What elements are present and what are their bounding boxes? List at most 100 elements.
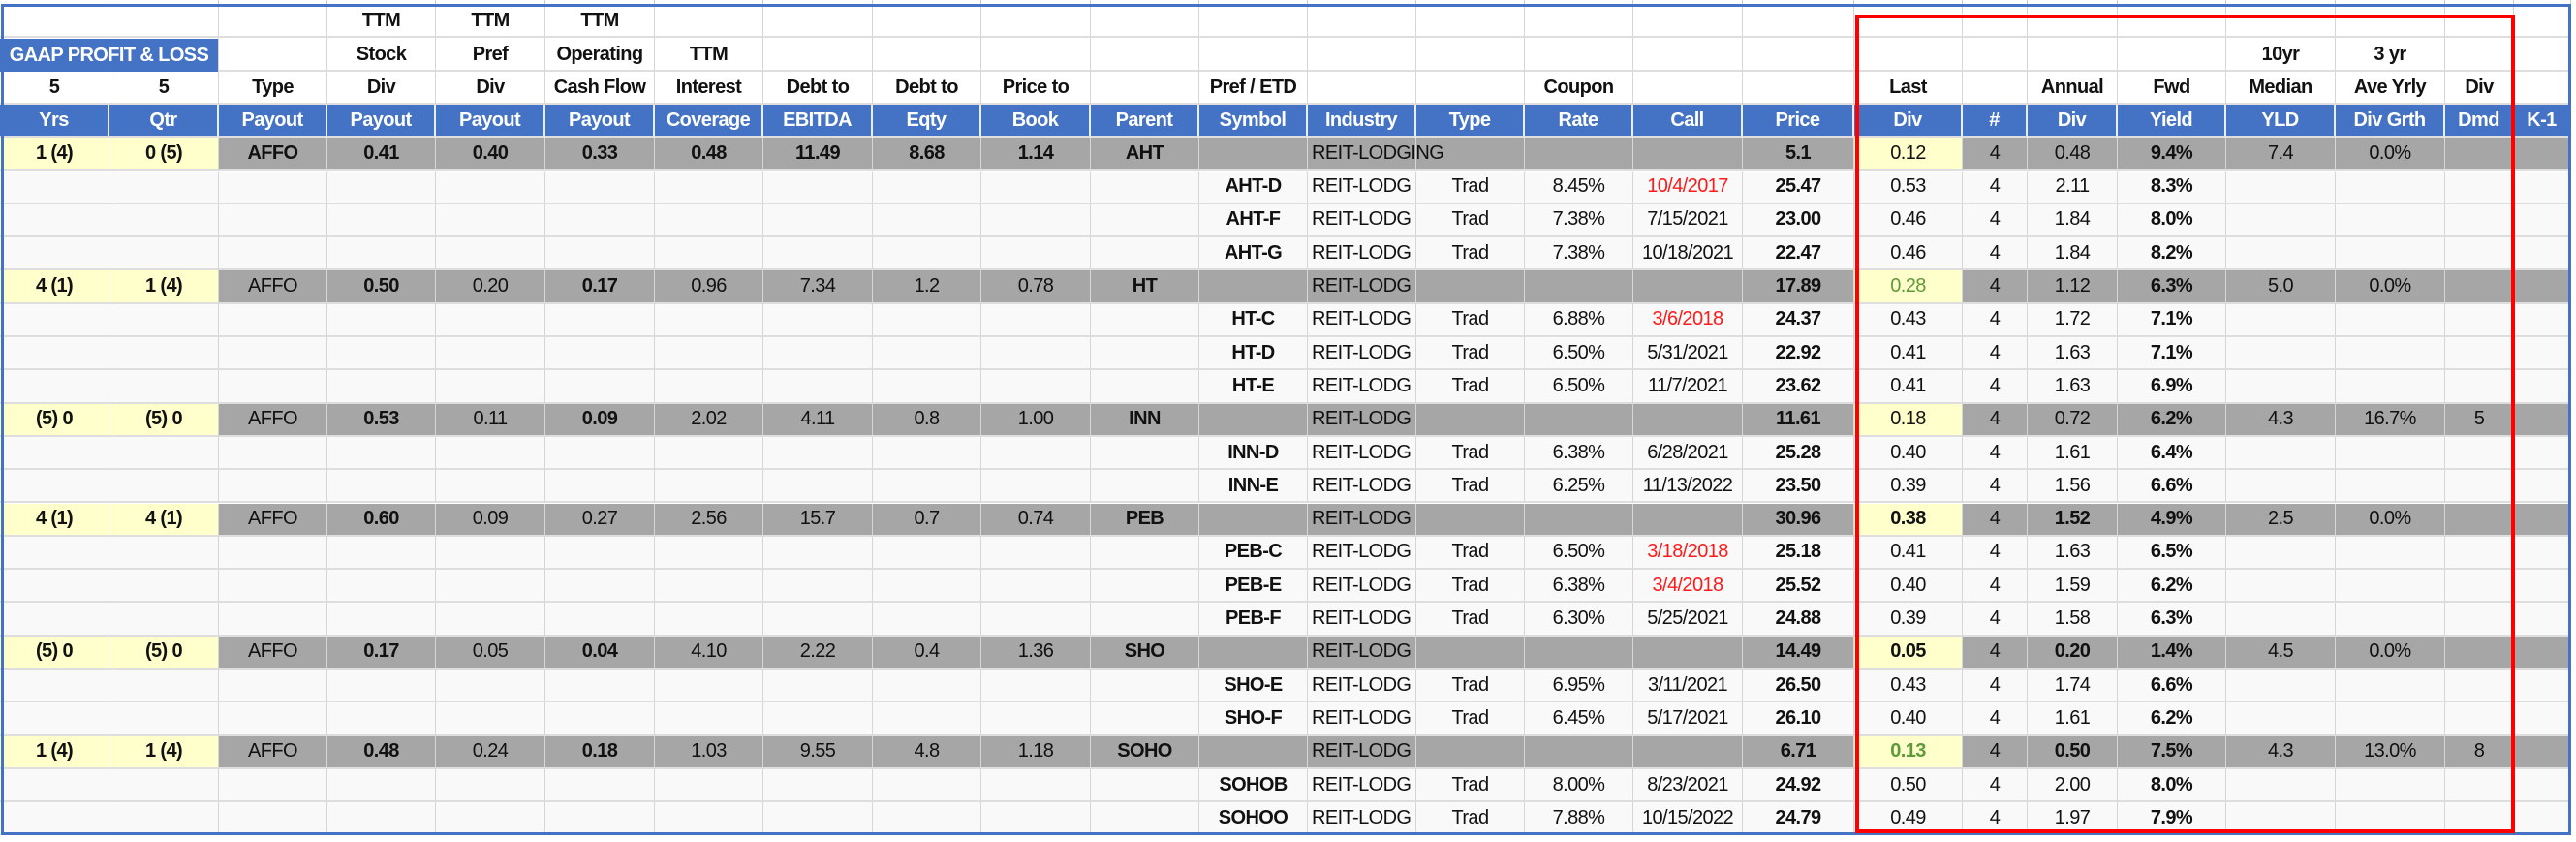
pref-cell-median-yield[interactable]: [2226, 470, 2336, 504]
header-debt-to-ebitda[interactable]: [763, 38, 873, 72]
parent-cell-div-demand[interactable]: [2445, 636, 2514, 670]
header-price[interactable]: [1743, 5, 1854, 39]
pref-cell-symbol[interactable]: PEB-F: [1199, 603, 1308, 637]
pref-cell-interest-coverage[interactable]: [655, 171, 763, 204]
pref-cell-div-growth[interactable]: [2336, 203, 2445, 238]
pref-cell-stock-div-payout[interactable]: [327, 570, 436, 604]
pref-cell-qtr[interactable]: [109, 536, 219, 571]
header-price[interactable]: [1743, 38, 1854, 72]
pref-cell-annual-div[interactable]: 1.72: [2028, 303, 2118, 337]
header-industry[interactable]: [1308, 38, 1416, 72]
pref-cell-interest-coverage[interactable]: [655, 436, 763, 471]
parent-cell-div-growth[interactable]: 0.0%: [2336, 503, 2445, 537]
parent-cell-price-to-book[interactable]: 0.74: [981, 503, 1091, 537]
pref-cell-op-cash-flow-payout[interactable]: [545, 570, 655, 604]
pref-cell-yrs[interactable]: [0, 768, 109, 803]
pref-cell-type-payout[interactable]: [219, 303, 327, 337]
parent-cell-fwd-yield[interactable]: 7.5%: [2118, 735, 2226, 769]
pref-cell-interest-coverage[interactable]: [655, 337, 763, 371]
pref-cell-pref-type[interactable]: Trad: [1416, 436, 1525, 471]
pref-cell-interest-coverage[interactable]: [655, 670, 763, 703]
pref-cell-symbol[interactable]: INN-D: [1199, 436, 1308, 471]
parent-cell-interest-coverage[interactable]: 0.48: [655, 138, 763, 172]
pref-cell-op-cash-flow-payout[interactable]: [545, 670, 655, 703]
parent-cell-pref-type[interactable]: [1416, 270, 1525, 304]
pref-cell-symbol[interactable]: PEB-C: [1199, 536, 1308, 571]
pref-cell-pref-div-payout[interactable]: [436, 370, 545, 404]
parent-cell-last-div[interactable]: 0.18: [1854, 403, 1963, 437]
parent-cell-k1[interactable]: [2514, 735, 2571, 769]
pref-cell-symbol[interactable]: AHT-F: [1199, 203, 1308, 238]
header-div-growth[interactable]: 3 yr: [2336, 38, 2445, 72]
pref-cell-yrs[interactable]: [0, 603, 109, 637]
pref-cell-price-to-book[interactable]: [981, 337, 1091, 371]
pref-cell-stock-div-payout[interactable]: [327, 370, 436, 404]
pref-cell-call-date[interactable]: 6/28/2021: [1633, 436, 1743, 471]
pref-cell-coupon-rate[interactable]: 6.95%: [1525, 670, 1633, 703]
parent-cell-pref-type[interactable]: [1416, 636, 1525, 670]
header-last-div[interactable]: [1854, 38, 1963, 72]
header-coupon-rate[interactable]: [1525, 38, 1633, 72]
pref-cell-div-demand[interactable]: [2445, 171, 2514, 204]
pref-cell-price-to-book[interactable]: [981, 237, 1091, 271]
pref-cell-div-growth[interactable]: [2336, 303, 2445, 337]
pref-cell-coupon-rate[interactable]: 7.88%: [1525, 802, 1633, 836]
pref-cell-k1[interactable]: [2514, 337, 2571, 371]
parent-cell-price[interactable]: 5.1: [1743, 138, 1854, 172]
pref-cell-pref-type[interactable]: Trad: [1416, 570, 1525, 604]
pref-cell-op-cash-flow-payout[interactable]: [545, 436, 655, 471]
pref-cell-stock-div-payout[interactable]: [327, 768, 436, 803]
header-call-date[interactable]: [1633, 5, 1743, 39]
pref-cell-div-count[interactable]: 4: [1963, 337, 2028, 371]
parent-cell-industry[interactable]: REIT-LODG: [1308, 636, 1416, 670]
pref-cell-div-growth[interactable]: [2336, 802, 2445, 836]
pref-cell-coupon-rate[interactable]: 6.25%: [1525, 470, 1633, 504]
pref-cell-median-yield[interactable]: [2226, 337, 2336, 371]
pref-cell-yrs[interactable]: [0, 171, 109, 204]
pref-cell-last-div[interactable]: 0.43: [1854, 670, 1963, 703]
pref-cell-pref-div-payout[interactable]: [436, 802, 545, 836]
header-div-growth[interactable]: [2336, 5, 2445, 39]
pref-cell-debt-to-equity[interactable]: [873, 802, 981, 836]
pref-cell-yrs[interactable]: [0, 436, 109, 471]
pref-cell-call-date[interactable]: 3/18/2018: [1633, 536, 1743, 571]
pref-cell-pref-div-payout[interactable]: [436, 470, 545, 504]
pref-cell-debt-to-equity[interactable]: [873, 670, 981, 703]
parent-cell-type-payout[interactable]: AFFO: [219, 403, 327, 437]
parent-cell-k1[interactable]: [2514, 138, 2571, 172]
parent-cell-div-growth[interactable]: 16.7%: [2336, 403, 2445, 437]
pref-cell-last-div[interactable]: 0.40: [1854, 436, 1963, 471]
pref-cell-parent[interactable]: [1091, 337, 1199, 371]
parent-cell-pref-type[interactable]: [1416, 735, 1525, 769]
pref-cell-annual-div[interactable]: 1.97: [2028, 802, 2118, 836]
parent-cell-stock-div-payout[interactable]: 0.50: [327, 270, 436, 304]
header-call-date[interactable]: [1633, 38, 1743, 72]
parent-cell-pref-div-payout[interactable]: 0.05: [436, 636, 545, 670]
pref-cell-k1[interactable]: [2514, 702, 2571, 736]
parent-cell-div-count[interactable]: 4: [1963, 138, 2028, 172]
pref-cell-debt-to-equity[interactable]: [873, 337, 981, 371]
parent-cell-pref-type[interactable]: [1416, 503, 1525, 537]
pref-cell-call-date[interactable]: 10/18/2021: [1633, 237, 1743, 271]
pref-cell-div-demand[interactable]: [2445, 768, 2514, 803]
pref-cell-fwd-yield[interactable]: 8.0%: [2118, 768, 2226, 803]
pref-cell-debt-to-ebitda[interactable]: [763, 470, 873, 504]
pref-cell-qtr[interactable]: [109, 436, 219, 471]
pref-cell-div-demand[interactable]: [2445, 470, 2514, 504]
header-op-cash-flow-payout[interactable]: TTM: [545, 5, 655, 39]
pref-cell-div-count[interactable]: 4: [1963, 702, 2028, 736]
pref-cell-annual-div[interactable]: 1.63: [2028, 536, 2118, 571]
pref-cell-median-yield[interactable]: [2226, 670, 2336, 703]
parent-cell-op-cash-flow-payout[interactable]: 0.18: [545, 735, 655, 769]
pref-cell-pref-type[interactable]: Trad: [1416, 303, 1525, 337]
header-parent[interactable]: [1091, 38, 1199, 72]
column-header-type-payout[interactable]: Payout: [219, 104, 327, 139]
pref-cell-price[interactable]: 26.10: [1743, 702, 1854, 736]
pref-cell-price-to-book[interactable]: [981, 670, 1091, 703]
pref-cell-coupon-rate[interactable]: 6.30%: [1525, 603, 1633, 637]
pref-cell-parent[interactable]: [1091, 370, 1199, 404]
pref-cell-symbol[interactable]: HT-C: [1199, 303, 1308, 337]
header-symbol[interactable]: [1199, 5, 1308, 39]
header-pref-type[interactable]: [1416, 38, 1525, 72]
header-stock-div-payout[interactable]: TTM: [327, 5, 436, 39]
